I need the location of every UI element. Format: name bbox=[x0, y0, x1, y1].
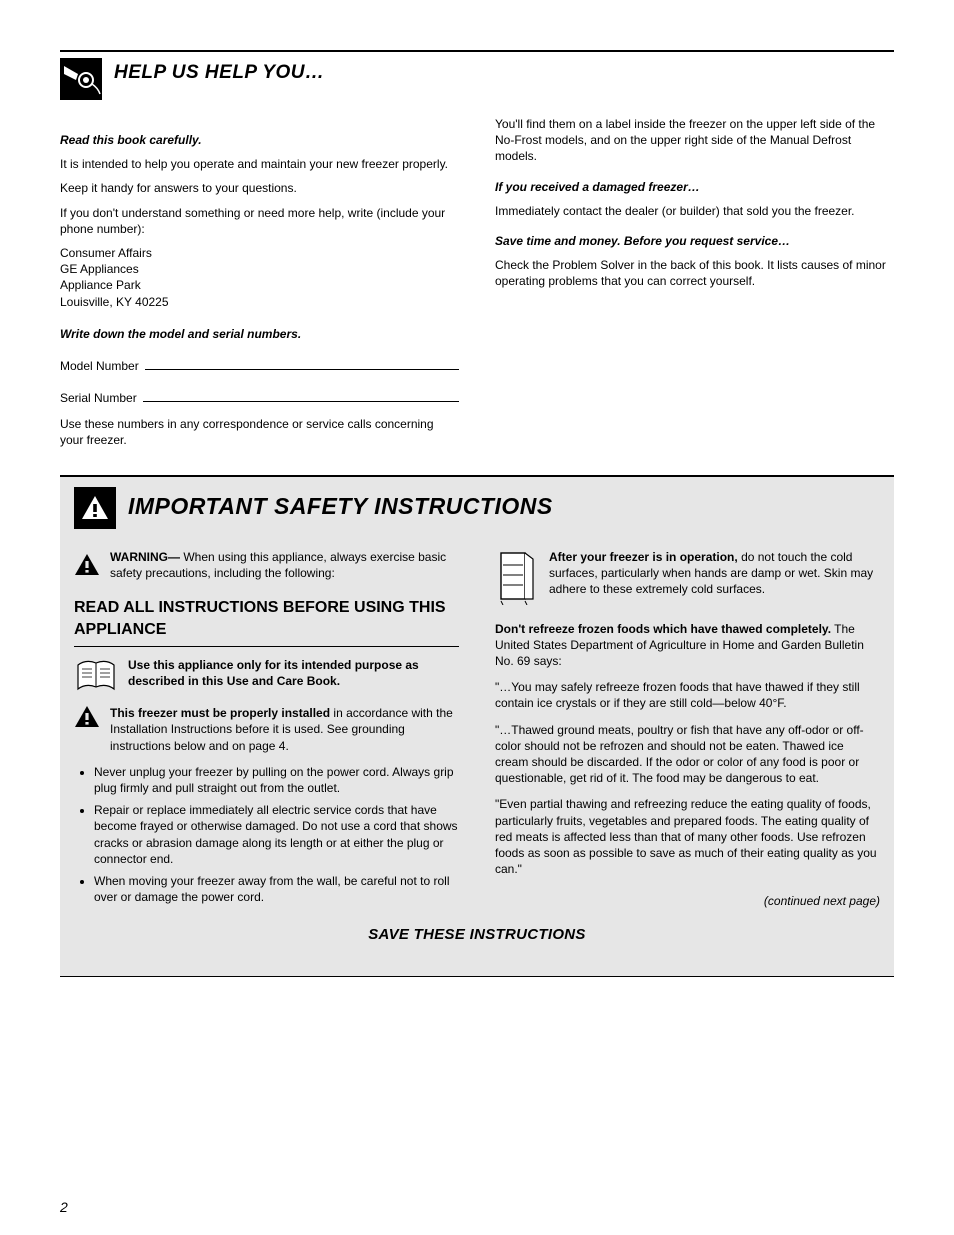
page-title: HELP US HELP YOU… bbox=[114, 60, 325, 86]
page-number: 2 bbox=[60, 1198, 68, 1217]
addr2: GE Appliances bbox=[60, 262, 139, 276]
plate-body: You'll find them on a label inside the f… bbox=[495, 116, 894, 165]
save-instructions: SAVE THESE INSTRUCTIONS bbox=[74, 925, 880, 945]
safety-left-col: WARNING— When using this appliance, alwa… bbox=[74, 543, 459, 912]
right-column: You'll find them on a label inside the f… bbox=[495, 110, 894, 457]
damaged-body: Immediately contact the dealer (or build… bbox=[495, 203, 894, 219]
addr4: Louisville, KY 40225 bbox=[60, 295, 169, 309]
help-icon bbox=[60, 58, 102, 100]
book-icon bbox=[74, 657, 118, 697]
unplug-title: Don't refreeze frozen foods which have t… bbox=[495, 622, 831, 636]
read-all: READ ALL INSTRUCTIONS BEFORE USING THIS … bbox=[74, 597, 459, 640]
safety-title: IMPORTANT SAFETY INSTRUCTIONS bbox=[128, 491, 553, 522]
safety-right-col: After your freezer is in operation, do n… bbox=[495, 543, 880, 912]
model-field: Model Number bbox=[60, 358, 459, 374]
quote2: "…Thawed ground meats, poultry or fish t… bbox=[495, 722, 880, 787]
warning-icon bbox=[74, 487, 116, 529]
quote1: "…You may safely refreeze frozen foods t… bbox=[495, 679, 880, 711]
bullet-2: Repair or replace immediately all electr… bbox=[94, 802, 459, 867]
alert-icon bbox=[74, 553, 100, 577]
model-label: Model Number bbox=[60, 358, 139, 374]
install-title: This freezer must be properly installed bbox=[110, 706, 330, 720]
damaged-title: If you received a damaged freezer… bbox=[495, 179, 894, 195]
serial-label: Serial Number bbox=[60, 390, 137, 406]
intro-write: If you don't understand something or nee… bbox=[60, 205, 459, 237]
freezer-icon bbox=[495, 549, 539, 605]
warning-word: WARNING— bbox=[110, 550, 180, 564]
intro-handy: Keep it handy for answers to your questi… bbox=[60, 180, 459, 196]
model-blank-line bbox=[145, 358, 459, 370]
write-label: Write down the model and serial numbers. bbox=[60, 326, 459, 342]
service-title: After your freezer is in operation, bbox=[549, 550, 738, 564]
addr3: Appliance Park bbox=[60, 278, 141, 292]
use-title: Use this appliance only for its intended… bbox=[128, 657, 459, 689]
spec-note: Use these numbers in any correspondence … bbox=[60, 416, 459, 448]
safety-section: IMPORTANT SAFETY INSTRUCTIONS WARNING— W… bbox=[60, 475, 894, 977]
intro-operate: It is intended to help you operate and m… bbox=[60, 156, 459, 172]
money-body: Check the Problem Solver in the back of … bbox=[495, 257, 894, 289]
quote3: "Even partial thawing and refreezing red… bbox=[495, 796, 880, 877]
serial-field: Serial Number bbox=[60, 390, 459, 406]
left-column: Read this book carefully. It is intended… bbox=[60, 110, 459, 457]
bullet-3: When moving your freezer away from the w… bbox=[94, 873, 459, 905]
addr1: Consumer Affairs bbox=[60, 246, 152, 260]
bullet-1: Never unplug your freezer by pulling on … bbox=[94, 764, 459, 796]
continued: (continued next page) bbox=[495, 893, 880, 909]
alert-icon bbox=[74, 705, 100, 729]
money-title: Save time and money. Before you request … bbox=[495, 233, 894, 249]
section-header: HELP US HELP YOU… bbox=[60, 58, 894, 100]
intro-read: Read this book carefully. bbox=[60, 132, 459, 148]
serial-blank-line bbox=[143, 390, 459, 402]
